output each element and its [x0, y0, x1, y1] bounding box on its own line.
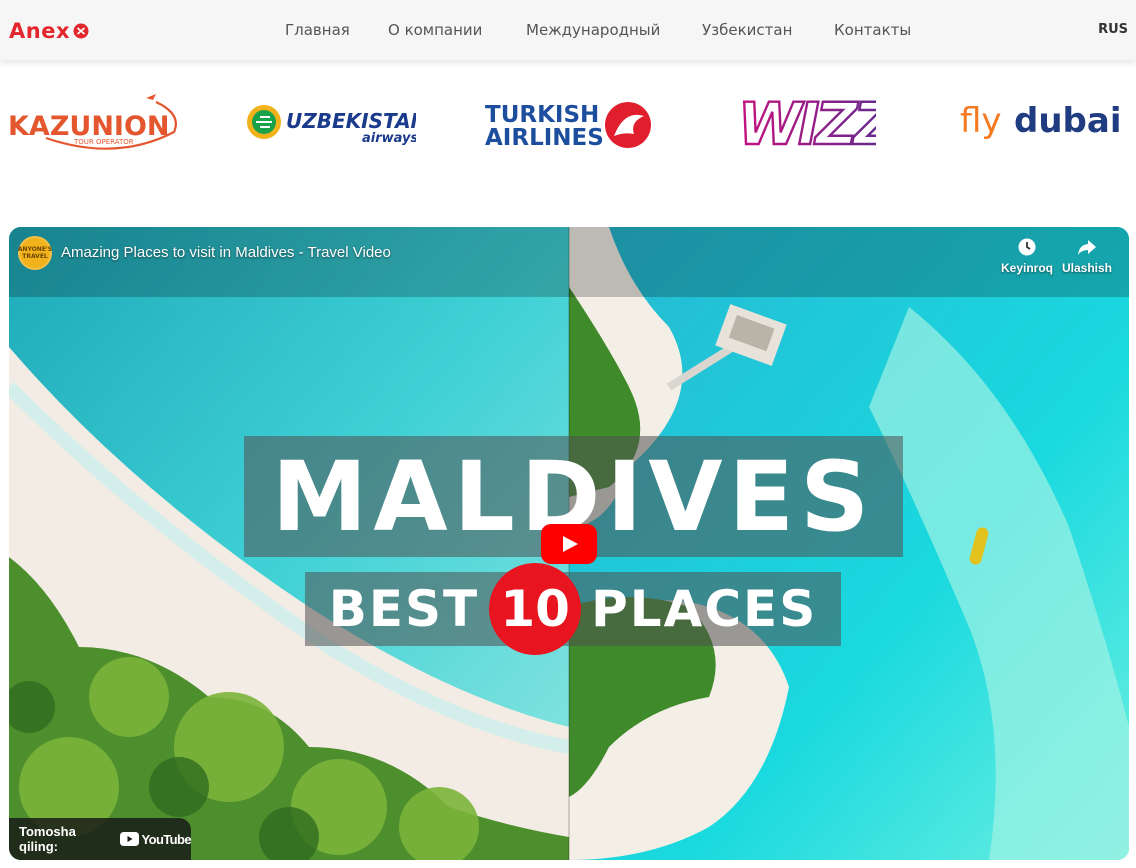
nav-home[interactable]: Главная — [285, 21, 350, 39]
partner-logos: KAZUNION TOUR OPERATOR UZBEKISTAN airway… — [0, 60, 1136, 190]
watch-on-youtube-button[interactable]: Tomosha qiling: YouTube — [9, 818, 192, 860]
watch-on-label: Tomosha qiling: — [19, 824, 76, 854]
nav-uzbekistan[interactable]: Узбекистан — [702, 21, 792, 39]
share-label: Ulashish — [1061, 261, 1112, 275]
youtube-wordmark: YouTube — [141, 831, 192, 847]
overlay-best: BEST — [328, 580, 480, 638]
flydubai-dubai: dubai — [1014, 101, 1121, 141]
kazunion-tagline: TOUR OPERATOR — [73, 138, 134, 146]
flydubai-fly: fly — [960, 101, 1002, 141]
nav-about[interactable]: О компании — [388, 21, 482, 39]
wizz-name: WIZZ — [738, 92, 876, 156]
channel-avatar[interactable]: ANYONE'S TRAVEL — [18, 236, 52, 270]
uzbekistan-airways-logo: UZBEKISTAN airways — [247, 105, 416, 146]
turkish-airlines-logo: TURKISH AIRLINES — [485, 102, 651, 151]
youtube-play-icon — [119, 832, 139, 846]
uzbekistan-name: UZBEKISTAN — [286, 109, 416, 133]
video-title[interactable]: Amazing Places to visit in Maldives - Tr… — [61, 244, 391, 261]
wizz-logo: WIZZ — [737, 92, 876, 156]
nav-international[interactable]: Международный — [526, 21, 660, 39]
turkish-tagline: AIRLINES — [485, 125, 604, 151]
play-button-icon[interactable] — [541, 524, 597, 564]
clock-icon — [1018, 238, 1036, 256]
overlay-number: 10 — [489, 563, 582, 655]
overlay-places: PLACES — [591, 580, 818, 638]
uzbekistan-tagline: airways — [362, 131, 416, 146]
site-header: Anex Главная О компании Международный Уз… — [0, 0, 1136, 60]
youtube-logo: YouTube — [119, 831, 192, 847]
kazunion-logo: KAZUNION TOUR OPERATOR — [8, 94, 177, 150]
watch-later-button[interactable]: Keyinroq — [997, 237, 1057, 275]
overlay-subtitle: BEST 10 PLACES — [305, 563, 841, 655]
channel-badge-text: ANYONE'S TRAVEL — [17, 246, 53, 260]
language-switcher[interactable]: RUS — [1098, 22, 1128, 37]
watch-later-label: Keyinroq — [1000, 261, 1053, 275]
share-icon — [1078, 240, 1096, 255]
youtube-embed[interactable]: ANYONE'S TRAVEL Amazing Places to visit … — [9, 227, 1129, 860]
main-nav: Главная О компании Международный Узбекис… — [0, 0, 1136, 60]
nav-contacts[interactable]: Контакты — [834, 21, 911, 39]
flydubai-logo: fly dubai — [960, 101, 1121, 141]
share-button[interactable]: Ulashish — [1057, 237, 1117, 275]
